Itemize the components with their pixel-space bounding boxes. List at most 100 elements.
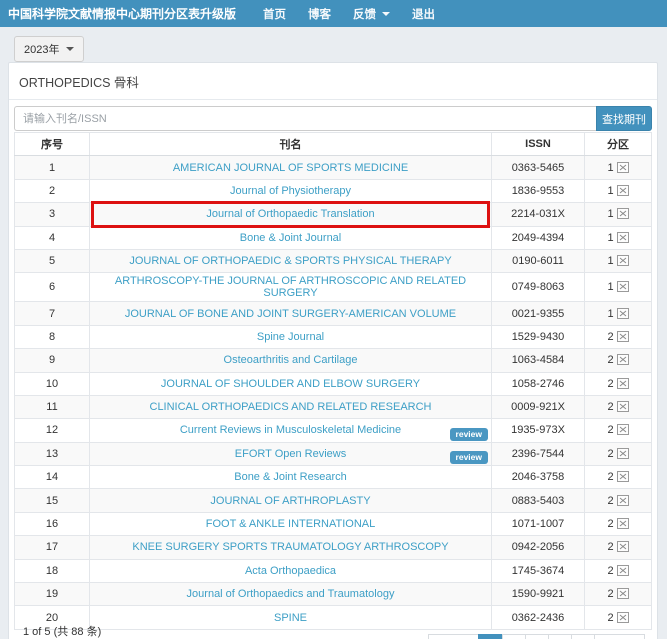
pagination-page-3-link[interactable]: 3 bbox=[525, 634, 549, 639]
category-heading: ORTHOPEDICS 骨科 bbox=[9, 63, 657, 100]
search-input[interactable] bbox=[14, 106, 596, 131]
journal-link[interactable]: JOURNAL OF ORTHOPAEDIC & SPORTS PHYSICAL… bbox=[129, 255, 451, 267]
row-index: 11 bbox=[15, 395, 90, 418]
journal-link[interactable]: AMERICAN JOURNAL OF SPORTS MEDICINE bbox=[173, 162, 408, 174]
year-dropdown[interactable]: 2023年 bbox=[14, 36, 84, 62]
issn-value: 0190-6011 bbox=[492, 249, 585, 272]
journal-link[interactable]: Bone & Joint Research bbox=[234, 471, 347, 483]
journal-table: 序号刊名ISSN分区 1 AMERICAN JOURNAL OF SPORTS M… bbox=[14, 132, 652, 630]
pagination-page-4-link[interactable]: 4 bbox=[548, 634, 572, 639]
year-dropdown-label: 2023年 bbox=[24, 41, 59, 57]
issn-value: 0021-9355 bbox=[492, 302, 585, 325]
zone-value: 1 bbox=[585, 156, 652, 179]
journal-link[interactable]: Journal of Orthopaedic Translation bbox=[206, 208, 374, 220]
broken-image-icon bbox=[617, 612, 629, 623]
zone-value: 2 bbox=[585, 536, 652, 559]
journal-link[interactable]: FOOT & ANKLE INTERNATIONAL bbox=[206, 518, 376, 530]
journal-link[interactable]: KNEE SURGERY SPORTS TRAUMATOLOGY ARTHROS… bbox=[132, 541, 448, 553]
pagination-page-4: 4 bbox=[549, 634, 572, 639]
issn-value: 2214-031X bbox=[492, 203, 585, 226]
issn-value: 1935-973X bbox=[492, 419, 585, 442]
row-index: 18 bbox=[15, 559, 90, 582]
pagination-page-5: 5 bbox=[572, 634, 595, 639]
search-button[interactable]: 查找期刊 bbox=[596, 106, 652, 131]
broken-image-icon bbox=[617, 331, 629, 342]
review-badge: review bbox=[450, 451, 488, 464]
issn-value: 0009-921X bbox=[492, 395, 585, 418]
row-index: 5 bbox=[15, 249, 90, 272]
zone-value: 2 bbox=[585, 372, 652, 395]
nav-link[interactable]: 反馈 bbox=[344, 0, 399, 28]
nav-link[interactable]: 首页 bbox=[254, 0, 295, 28]
issn-value: 0883-5403 bbox=[492, 489, 585, 512]
journal-name-cell: AMERICAN JOURNAL OF SPORTS MEDICINE bbox=[90, 156, 492, 179]
journal-name-cell: FOOT & ANKLE INTERNATIONAL bbox=[90, 512, 492, 535]
journal-link[interactable]: CLINICAL ORTHOPAEDICS AND RELATED RESEAR… bbox=[150, 401, 432, 413]
screen: 中国科学院文献情报中心期刊分区表升级版 首页博客反馈退出 2023年 ORTHO… bbox=[0, 0, 667, 639]
table-row: 20SPINE0362-24362 bbox=[15, 606, 652, 629]
table-row: 19Journal of Orthopaedics and Traumatolo… bbox=[15, 583, 652, 606]
table-row: 2Journal of Physiotherapy1836-95531 bbox=[15, 179, 652, 202]
journal-link[interactable]: EFORT Open Reviews bbox=[235, 448, 346, 460]
broken-image-icon bbox=[617, 448, 629, 459]
column-header: 分区 bbox=[585, 133, 652, 156]
broken-image-icon bbox=[617, 471, 629, 482]
journal-name-cell: EFORT Open Reviews review bbox=[90, 442, 492, 465]
zone-value: 1 bbox=[585, 226, 652, 249]
journal-name-cell: JOURNAL OF SHOULDER AND ELBOW SURGERY bbox=[90, 372, 492, 395]
broken-image-icon bbox=[617, 401, 629, 412]
broken-image-icon bbox=[617, 281, 629, 292]
journal-name-cell: Journal of Physiotherapy bbox=[90, 179, 492, 202]
journal-link[interactable]: Journal of Physiotherapy bbox=[230, 185, 351, 197]
row-index: 4 bbox=[15, 226, 90, 249]
pagination-page-1-link[interactable]: 1 bbox=[478, 634, 502, 639]
journal-name-cell: Current Reviews in Musculoskeletal Medic… bbox=[90, 419, 492, 442]
review-badge: review bbox=[450, 428, 488, 441]
issn-value: 2046-3758 bbox=[492, 466, 585, 489]
journal-link[interactable]: ARTHROSCOPY-THE JOURNAL OF ARTHROSCOPIC … bbox=[115, 275, 466, 299]
top-navbar: 中国科学院文献情报中心期刊分区表升级版 首页博客反馈退出 bbox=[0, 0, 667, 27]
zone-value: 2 bbox=[585, 395, 652, 418]
row-index: 17 bbox=[15, 536, 90, 559]
journal-link[interactable]: SPINE bbox=[274, 612, 307, 624]
column-header: ISSN bbox=[492, 133, 585, 156]
pagination-next-link[interactable]: 下一页 bbox=[594, 634, 645, 639]
zone-value: 1 bbox=[585, 273, 652, 302]
journal-link[interactable]: Current Reviews in Musculoskeletal Medic… bbox=[180, 424, 401, 436]
broken-image-icon bbox=[617, 255, 629, 266]
table-header-row: 序号刊名ISSN分区 bbox=[15, 133, 652, 156]
table-row: 17 KNEE SURGERY SPORTS TRAUMATOLOGY ARTHR… bbox=[15, 536, 652, 559]
zone-value: 2 bbox=[585, 583, 652, 606]
table-row: 1AMERICAN JOURNAL OF SPORTS MEDICINE0363… bbox=[15, 156, 652, 179]
table-row: 8Spine Journal1529-94302 bbox=[15, 325, 652, 348]
journal-link[interactable]: JOURNAL OF SHOULDER AND ELBOW SURGERY bbox=[161, 378, 420, 390]
row-index: 1 bbox=[15, 156, 90, 179]
pagination-page-2-link[interactable]: 2 bbox=[502, 634, 526, 639]
journal-name-cell: JOURNAL OF ARTHROPLASTY bbox=[90, 489, 492, 512]
journal-link[interactable]: Spine Journal bbox=[257, 331, 324, 343]
row-index: 12 bbox=[15, 419, 90, 442]
row-index: 13 bbox=[15, 442, 90, 465]
journal-name-cell: Bone & Joint Journal bbox=[90, 226, 492, 249]
journal-name-cell: Journal of Orthopaedic Translation bbox=[90, 203, 492, 226]
journal-link[interactable]: Osteoarthritis and Cartilage bbox=[224, 354, 358, 366]
broken-image-icon bbox=[617, 588, 629, 599]
issn-value: 0749-8063 bbox=[492, 273, 585, 302]
year-toolbar: 2023年 bbox=[0, 27, 667, 62]
table-row: 14Bone & Joint Research2046-37582 bbox=[15, 466, 652, 489]
nav-link[interactable]: 退出 bbox=[403, 0, 444, 28]
pagination-prev-link[interactable]: 上一页 bbox=[428, 634, 479, 639]
pagination-page-5-link[interactable]: 5 bbox=[571, 634, 595, 639]
issn-value: 1590-9921 bbox=[492, 583, 585, 606]
journal-link[interactable]: Bone & Joint Journal bbox=[240, 232, 342, 244]
journal-link[interactable]: JOURNAL OF ARTHROPLASTY bbox=[210, 495, 370, 507]
site-title[interactable]: 中国科学院文献情报中心期刊分区表升级版 bbox=[8, 5, 236, 22]
journal-name-cell: Journal of Orthopaedics and Traumatology bbox=[90, 583, 492, 606]
journal-link[interactable]: Journal of Orthopaedics and Traumatology bbox=[187, 588, 395, 600]
nav-link[interactable]: 博客 bbox=[299, 0, 340, 28]
row-index: 6 bbox=[15, 273, 90, 302]
journal-link[interactable]: JOURNAL OF BONE AND JOINT SURGERY-AMERIC… bbox=[125, 308, 456, 320]
nav-menu: 首页博客反馈退出 bbox=[254, 0, 444, 28]
journal-link[interactable]: Acta Orthopaedica bbox=[245, 565, 336, 577]
zone-value: 1 bbox=[585, 203, 652, 226]
